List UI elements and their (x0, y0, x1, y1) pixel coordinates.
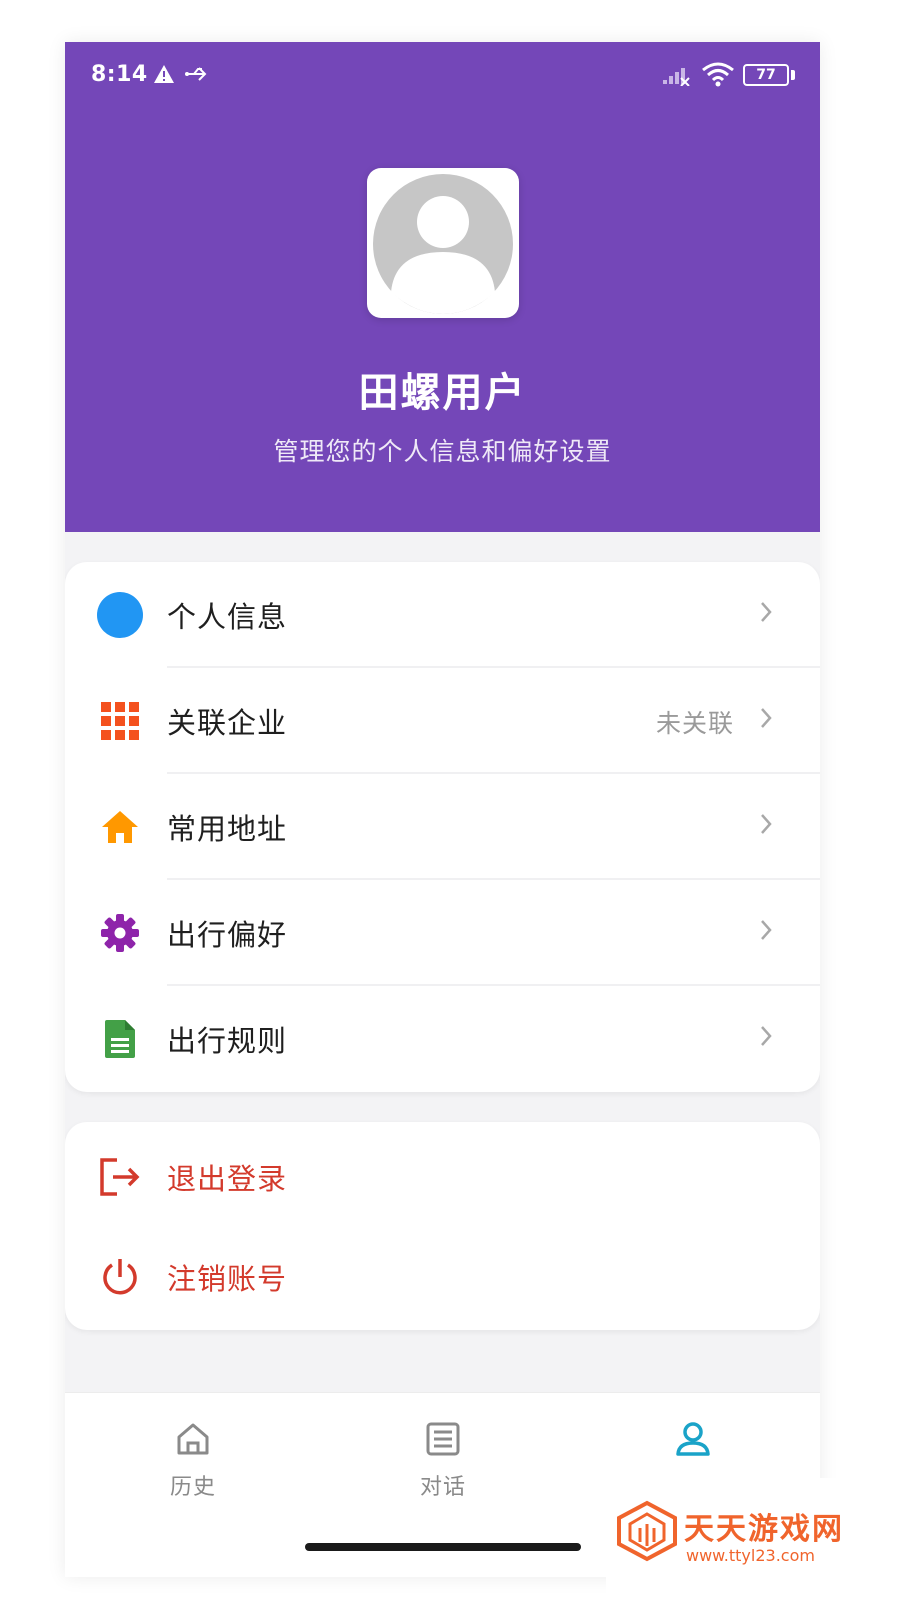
chevron-right-icon (759, 706, 773, 734)
logout-icon (97, 1154, 143, 1200)
chevron-right-icon (759, 1024, 773, 1052)
link-status: 未关联 (655, 709, 734, 738)
user-avatar-icon (373, 174, 513, 314)
chevron-right-icon (759, 812, 773, 840)
chevron-right-icon (759, 600, 773, 628)
menu-item-label: 常用地址 (167, 812, 288, 846)
battery-tip (791, 70, 795, 80)
menu-item-label: 出行规则 (167, 1024, 288, 1058)
logout-label: 退出登录 (167, 1162, 288, 1196)
gear-icon (97, 910, 143, 956)
profile-header: 8:14 77 田螺用户 管理您的个人信息和偏好设置 (65, 42, 820, 532)
home-indicator (305, 1543, 581, 1551)
profile-subtitle: 管理您的个人信息和偏好设置 (273, 437, 612, 466)
logout-button[interactable]: 退出登录 (65, 1126, 820, 1226)
phone-screen: 8:14 77 田螺用户 管理您的个人信息和偏好设置 个人信息 关联企业 未关联… (65, 42, 820, 1577)
menu-item-linked-company[interactable]: 关联企业 未关联 (65, 668, 820, 774)
signal-icon (661, 64, 691, 90)
usb-icon (185, 64, 209, 88)
grid-icon (97, 698, 143, 744)
watermark-logo-icon (616, 1500, 678, 1566)
tab-label: 对话 (419, 1475, 466, 1500)
power-icon (97, 1254, 143, 1300)
menu-item-personal-info[interactable]: 个人信息 (65, 562, 820, 668)
chevron-right-icon (759, 918, 773, 946)
tab-chat[interactable]: 对话 (363, 1421, 523, 1521)
list-document-icon (426, 1422, 460, 1456)
deactivate-account-button[interactable]: 注销账号 (65, 1226, 820, 1326)
tab-history[interactable]: 历史 (113, 1421, 273, 1521)
avatar[interactable] (367, 168, 519, 318)
deactivate-label: 注销账号 (167, 1262, 288, 1296)
settings-menu-card: 个人信息 关联企业 未关联 常用地址 出行偏好 出行规则 (65, 562, 820, 1092)
status-bar: 8:14 77 (65, 42, 820, 112)
wifi-icon (701, 60, 735, 92)
account-actions-card: 退出登录 注销账号 (65, 1122, 820, 1330)
battery-level: 77 (756, 67, 776, 83)
document-icon (97, 1016, 143, 1062)
menu-item-travel-rules[interactable]: 出行规则 (65, 986, 820, 1092)
home-icon (177, 1423, 209, 1455)
menu-item-addresses[interactable]: 常用地址 (65, 774, 820, 880)
menu-item-label: 关联企业 (167, 706, 288, 740)
profile-dot-icon (97, 592, 143, 638)
user-icon (676, 1422, 710, 1456)
menu-item-label: 个人信息 (167, 600, 288, 634)
tab-label: 历史 (169, 1475, 216, 1500)
alert-icon (153, 64, 175, 88)
menu-item-label: 出行偏好 (167, 918, 288, 952)
home-icon (97, 804, 143, 850)
watermark: 天天游戏网 www.ttyl23.com (606, 1478, 900, 1600)
watermark-url: www.ttyl23.com (686, 1546, 815, 1565)
user-name: 田螺用户 (358, 370, 527, 416)
menu-item-travel-preferences[interactable]: 出行偏好 (65, 880, 820, 986)
status-time: 8:14 (91, 62, 148, 87)
watermark-title: 天天游戏网 (684, 1512, 844, 1547)
battery-icon: 77 (743, 64, 789, 86)
